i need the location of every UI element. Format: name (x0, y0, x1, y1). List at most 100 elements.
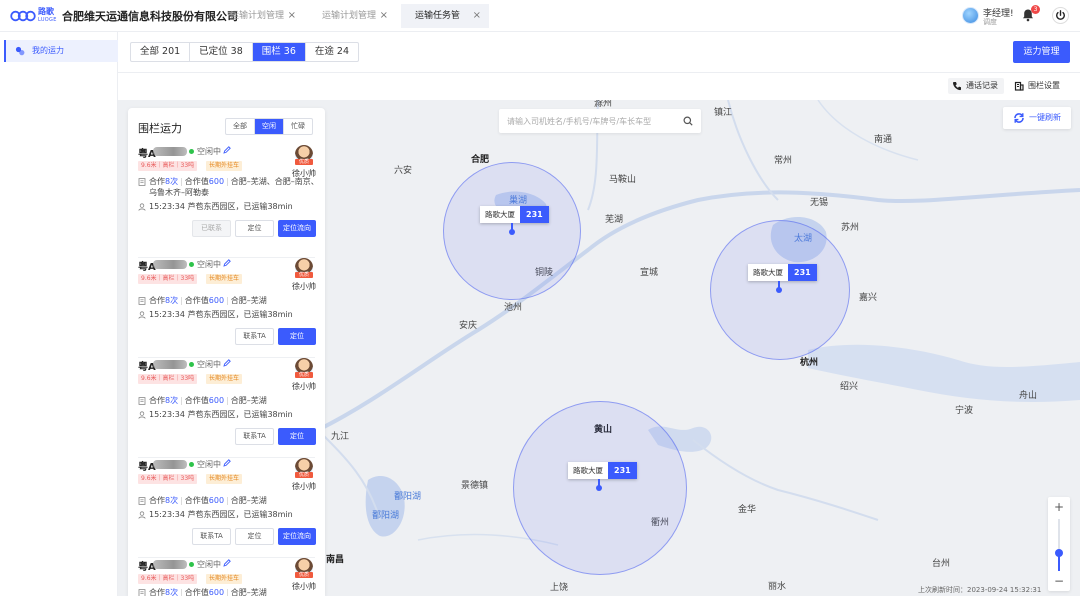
locate-button[interactable]: 定位 (278, 328, 316, 345)
coop-value-label: 合作值 (184, 496, 209, 505)
search-icon[interactable] (683, 116, 693, 126)
city-label: 芜湖 (605, 215, 624, 225)
sidebar: 我的运力 (0, 32, 118, 596)
person-icon (138, 511, 146, 519)
plate-mask (153, 147, 187, 156)
geofence-label[interactable]: 路歌大厦 231 (748, 264, 817, 281)
divider (118, 72, 1080, 73)
document-icon (138, 497, 146, 505)
locate-flow-button[interactable]: 定位流向 (278, 528, 316, 545)
contact-button[interactable]: 联系TA (235, 328, 274, 345)
contact-button[interactable]: 联系TA (235, 428, 274, 445)
driver-badge: 优质 (295, 372, 313, 378)
route: 合肥–芜湖 (230, 396, 267, 405)
divider (138, 357, 315, 358)
sidebar-item-my-capacity[interactable]: 我的运力 (4, 40, 118, 62)
status-filter-idle[interactable]: 空闲 (255, 119, 284, 134)
coop-times: 8次 (165, 296, 179, 305)
locate-flow-button[interactable]: 定位流向 (278, 220, 316, 237)
city-label: 滁州 (594, 100, 613, 109)
close-icon[interactable]: × (380, 4, 388, 28)
contacted-button[interactable]: 已联系 (192, 220, 231, 237)
zoom-slider-handle[interactable] (1055, 549, 1063, 557)
city-label: 镇江 (714, 108, 733, 118)
route: 合肥–芜湖 (230, 296, 267, 305)
driver-name: 徐小帅 (292, 282, 316, 291)
driver-name: 徐小帅 (292, 382, 316, 391)
call-log-label: 通话记录 (966, 81, 998, 90)
call-log-button[interactable]: 通话记录 (948, 78, 1004, 94)
building-icon (1014, 81, 1024, 91)
coop-label: 合作 (149, 296, 165, 305)
long-term-tag: 长期外挂车 (206, 374, 243, 384)
coop-label: 合作 (149, 496, 165, 505)
city-label: 合肥 (471, 155, 490, 165)
edit-icon[interactable] (223, 359, 231, 367)
location-pin-icon (509, 223, 515, 235)
contact-button[interactable]: 联系TA (192, 528, 231, 545)
geofence-label[interactable]: 路歌大厦 231 (480, 206, 549, 223)
edit-icon[interactable] (223, 259, 231, 267)
city-label: 南昌 (326, 555, 345, 565)
coop-value: 600 (208, 496, 225, 505)
status-filter: 全部 空闲 忙碌 (225, 118, 313, 135)
logo-rings-icon (10, 10, 36, 22)
coop-label: 合作 (149, 588, 165, 596)
zoom-in-button[interactable]: + (1048, 499, 1070, 515)
search-input[interactable] (499, 109, 675, 133)
location-info: 15:23:34 芦苞东西园区，已运输38min (149, 310, 293, 319)
coop-value: 600 (208, 177, 225, 186)
status-filter-busy[interactable]: 忙碌 (284, 119, 312, 134)
edit-icon[interactable] (223, 146, 231, 154)
locate-button[interactable]: 定位 (235, 528, 274, 545)
coop-times: 8次 (165, 396, 179, 405)
filter-tab-located[interactable]: 已定位 38 (190, 43, 253, 61)
fence-settings-label: 围栏设置 (1028, 81, 1060, 90)
city-label: 苏州 (841, 223, 860, 233)
zoom-out-button[interactable]: − (1048, 573, 1070, 589)
city-label: 绍兴 (840, 382, 859, 392)
city-label: 宣城 (640, 268, 659, 278)
refresh-all-button[interactable]: 一键刷新 (1003, 107, 1071, 129)
plate-mask (153, 460, 187, 469)
driver-name: 徐小帅 (292, 482, 316, 491)
filter-tab-in-transit[interactable]: 在途 24 (306, 43, 358, 61)
status-filter-all[interactable]: 全部 (226, 119, 255, 134)
tab-transport-plan-1[interactable]: 运输计划管理 × (216, 4, 304, 28)
last-refresh-time: 上次刷新时间：2023-09-24 15:32:31 (918, 586, 1042, 594)
edit-icon[interactable] (223, 559, 231, 567)
online-dot (189, 149, 194, 154)
close-icon[interactable]: × (473, 4, 481, 28)
coop-label: 合作 (149, 396, 165, 405)
map-view[interactable]: 滁州 镇江 六安 合肥 巢湖 常州 南通 马鞍山 无锡 芜湖 苏州 太湖 铜陵 … (118, 100, 1080, 596)
panel-title: 围栏运力 (138, 122, 182, 135)
capacity-management-button[interactable]: 运力管理 (1013, 41, 1070, 63)
vehicle-status: 空闲中 (197, 460, 221, 469)
tab-transport-plan-2[interactable]: 运输计划管理 × (308, 4, 396, 28)
locate-button[interactable]: 定位 (278, 428, 316, 445)
app-logo[interactable]: 路歌 LUOGE (10, 7, 56, 25)
plate-mask (153, 560, 187, 569)
filter-tab-all[interactable]: 全部 201 (131, 43, 191, 61)
edit-icon[interactable] (223, 459, 231, 467)
geofence-label[interactable]: 路歌大厦 231 (568, 462, 637, 479)
city-label: 九江 (331, 432, 350, 442)
long-term-tag: 长期外挂车 (206, 574, 243, 584)
location-info: 15:23:34 芦苞东西园区，已运输38min (149, 410, 293, 419)
vehicle-status: 空闲中 (197, 360, 221, 369)
divider (138, 557, 315, 558)
close-icon[interactable]: × (288, 4, 296, 28)
city-label: 南通 (874, 135, 893, 145)
city-label: 景德镇 (461, 481, 489, 491)
fence-settings-button[interactable]: 围栏设置 (1010, 78, 1066, 94)
driver-badge: 优质 (295, 472, 313, 478)
filter-tab-fence[interactable]: 围栏 36 (252, 43, 306, 61)
city-label: 嘉兴 (859, 293, 878, 303)
geofence-name: 路歌大厦 (748, 264, 788, 281)
coop-value-label: 合作值 (184, 396, 209, 405)
tab-transport-task[interactable]: 运输任务管 × (401, 4, 489, 28)
avatar[interactable] (962, 7, 979, 24)
document-icon (138, 397, 146, 405)
locate-button[interactable]: 定位 (235, 220, 274, 237)
logout-button[interactable] (1052, 7, 1069, 24)
